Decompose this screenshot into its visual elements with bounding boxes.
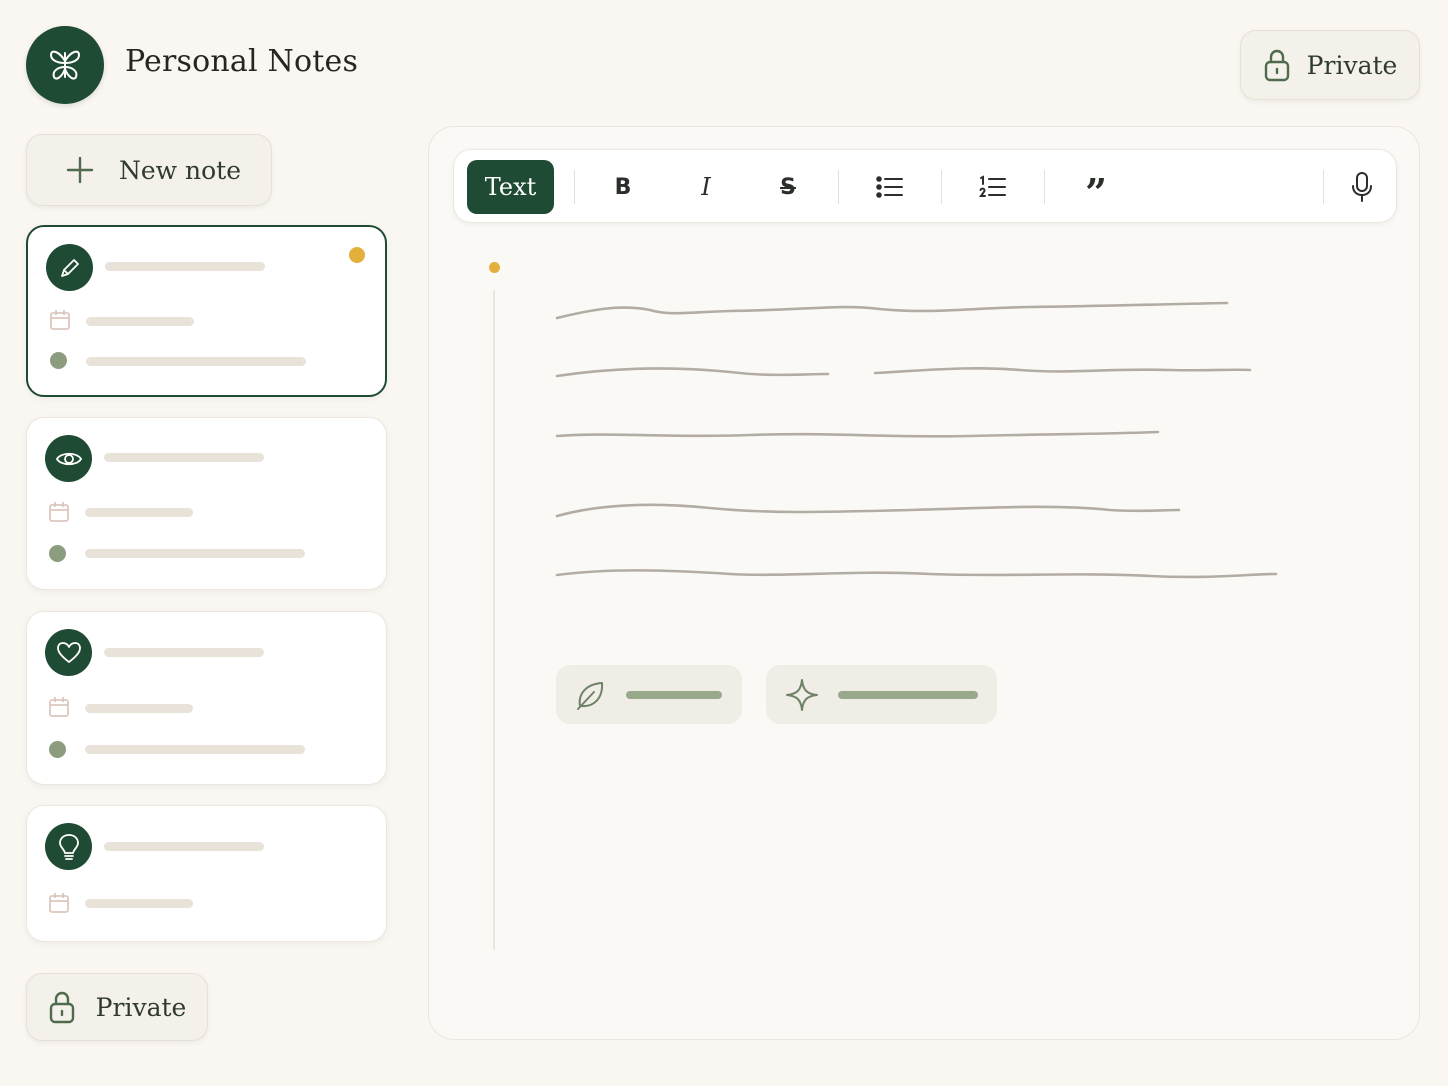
app-window: Personal Notes Private New note Private … [0, 0, 1448, 1086]
toolbar-divider [1323, 170, 1324, 204]
note-card[interactable] [26, 417, 387, 590]
italic-button[interactable]: I [683, 164, 729, 210]
note-date-placeholder [86, 317, 194, 326]
italic-icon: I [701, 173, 711, 201]
handwriting-line [555, 367, 830, 378]
lock-icon [1264, 49, 1289, 82]
bold-icon: B [614, 174, 632, 200]
suggestion-chip[interactable] [766, 665, 997, 724]
quote-button[interactable]: ” [1073, 164, 1119, 215]
note-title-placeholder [105, 262, 265, 271]
note-card[interactable] [26, 805, 387, 942]
formatting-toolbar: Text B I S ” [453, 149, 1397, 223]
chip-label-placeholder [626, 690, 722, 699]
microphone-icon [1352, 172, 1372, 202]
eye-icon [55, 452, 82, 465]
bold-button[interactable]: B [600, 164, 646, 210]
tag-dot [49, 741, 66, 758]
dictation-button[interactable] [1339, 164, 1385, 210]
note-title-placeholder [104, 453, 264, 462]
plus-icon [66, 156, 94, 184]
unread-indicator [349, 247, 365, 263]
text-cursor-marker [489, 262, 500, 273]
toolbar-divider [574, 170, 575, 204]
privacy-label: Private [95, 992, 187, 1022]
note-type-icon [45, 435, 92, 482]
lock-icon [49, 991, 74, 1024]
calendar-icon [49, 697, 69, 717]
strikethrough-button[interactable]: S [765, 164, 811, 210]
app-title: Personal Notes [125, 44, 359, 79]
handwriting-line [873, 367, 1252, 375]
editor-margin-line [493, 290, 495, 950]
bullet-list-button[interactable] [867, 164, 913, 210]
note-card[interactable] [26, 611, 387, 785]
note-title-placeholder [104, 842, 264, 851]
text-style-button[interactable]: Text [467, 160, 554, 214]
quote-icon: ” [1085, 170, 1107, 215]
calendar-icon [49, 502, 69, 522]
strikethrough-icon: S [780, 174, 796, 200]
note-type-icon [45, 823, 92, 870]
tag-dot [49, 545, 66, 562]
app-logo [26, 26, 104, 104]
tag-dot [50, 352, 67, 369]
note-date-placeholder [85, 899, 193, 908]
handwriting-line [555, 569, 1278, 579]
note-type-icon [46, 244, 93, 291]
note-card[interactable] [26, 225, 387, 397]
bullet-list-icon [876, 176, 903, 198]
privacy-button[interactable]: Private [1240, 30, 1420, 100]
heart-icon [56, 641, 81, 663]
new-note-button[interactable]: New note [26, 134, 272, 206]
numbered-list-button[interactable] [970, 164, 1016, 210]
sparkle-icon [786, 678, 818, 711]
handwriting-line [555, 430, 1160, 438]
note-date-placeholder [85, 508, 193, 517]
lightbulb-icon [58, 833, 79, 860]
toolbar-divider [941, 170, 942, 204]
numbered-list-icon [979, 175, 1006, 197]
privacy-label: Private [1306, 50, 1398, 80]
new-note-label: New note [119, 155, 242, 185]
privacy-toggle-button[interactable]: Private [26, 973, 208, 1041]
note-title-placeholder [104, 648, 264, 657]
note-preview-placeholder [86, 357, 306, 366]
note-preview-placeholder [85, 549, 305, 558]
note-preview-placeholder [85, 745, 305, 754]
note-date-placeholder [85, 704, 193, 713]
butterfly-icon [50, 50, 80, 80]
calendar-icon [49, 893, 69, 913]
toolbar-divider [838, 170, 839, 204]
toolbar-divider [1044, 170, 1045, 204]
handwriting-line [555, 503, 1181, 518]
suggestion-chip[interactable] [556, 665, 742, 724]
calendar-icon [50, 310, 70, 330]
chip-label-placeholder [838, 690, 978, 699]
handwriting-line [555, 301, 1229, 320]
leaf-icon [577, 681, 604, 710]
note-type-icon [45, 629, 92, 676]
handwritten-content[interactable] [550, 290, 1290, 590]
pencil-icon [60, 258, 79, 277]
